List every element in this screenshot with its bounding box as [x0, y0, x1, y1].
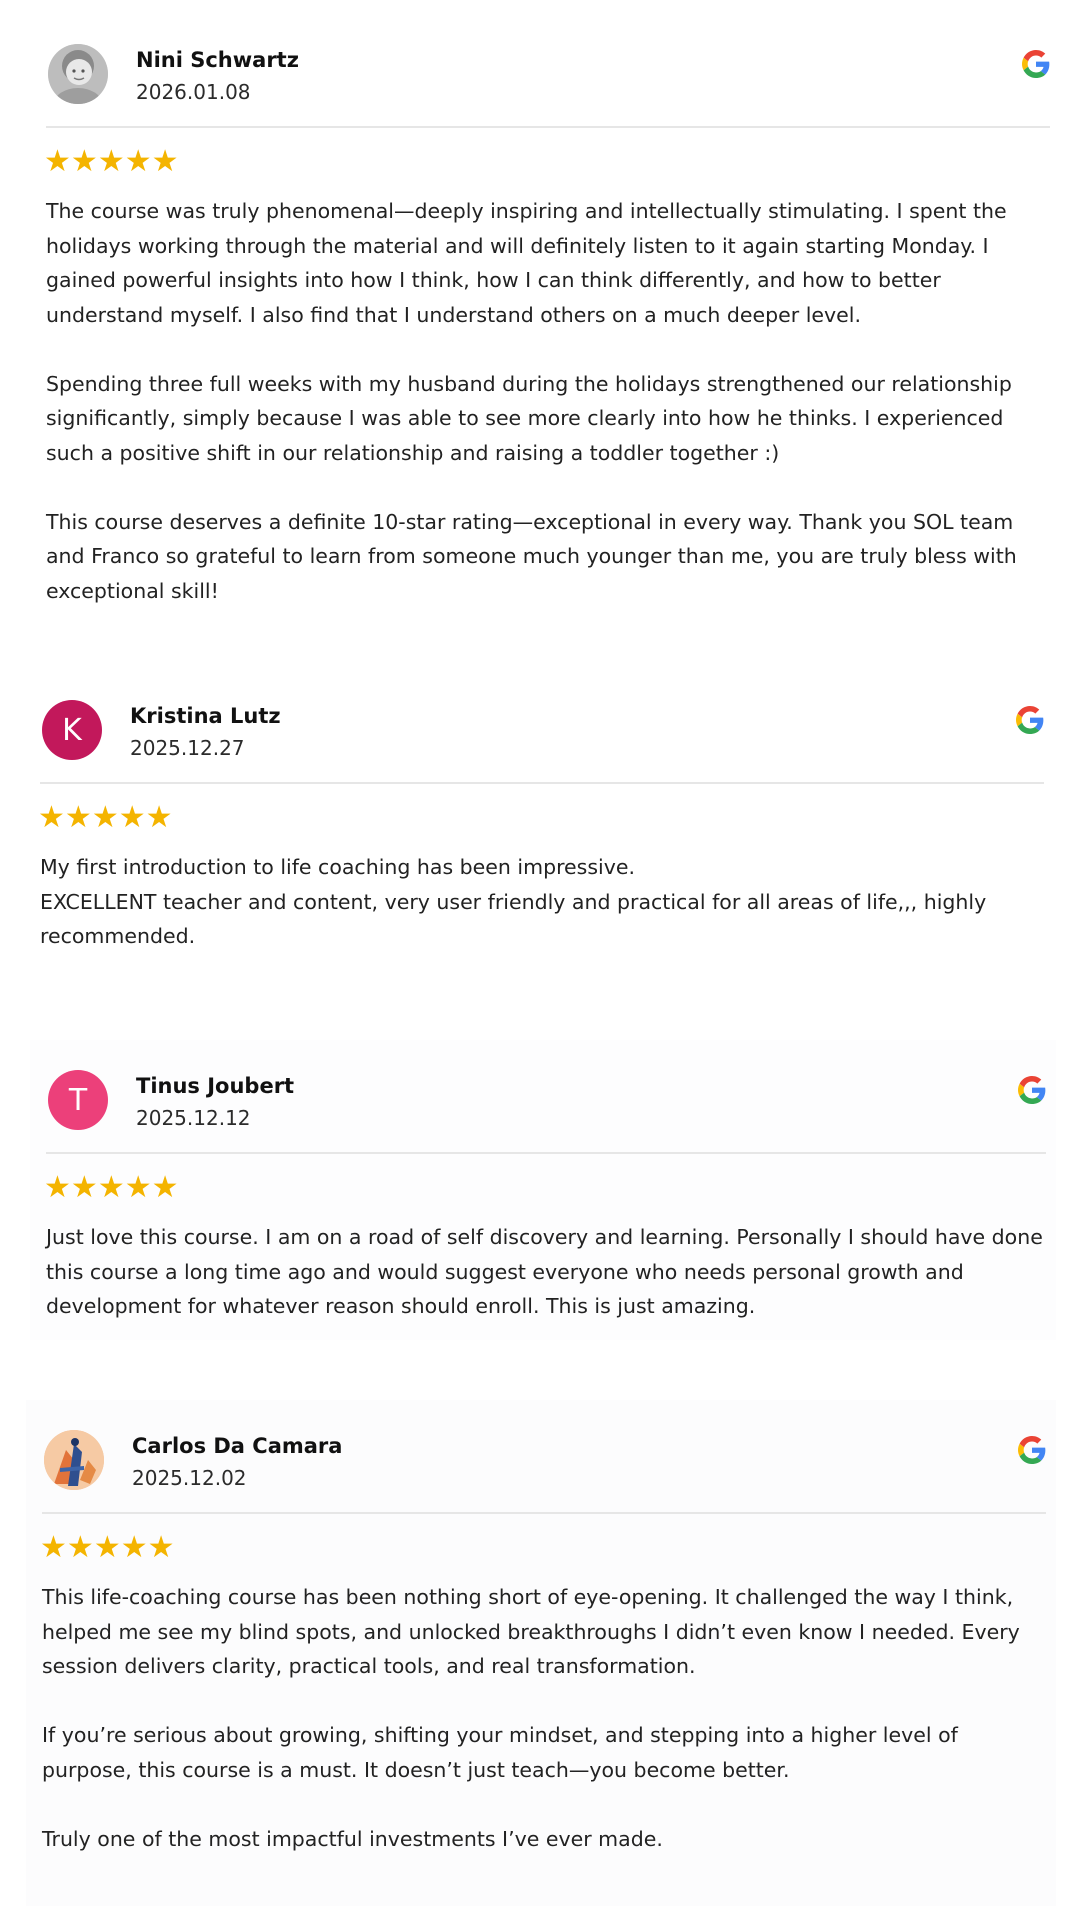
- review-text: My first introduction to life coaching h…: [40, 850, 1044, 954]
- star-icon: ★: [66, 1530, 94, 1565]
- review-paragraph: The course was truly phenomenal—deeply i…: [46, 199, 1007, 327]
- review-paragraph: This life-coaching course has been nothi…: [42, 1585, 1020, 1678]
- star-icon: ★: [97, 1170, 125, 1205]
- star-rating: ★★★★★: [40, 1530, 175, 1566]
- reviewer-name[interactable]: Nini Schwartz: [136, 48, 299, 72]
- star-icon: ★: [145, 800, 173, 835]
- reviewer-name[interactable]: Kristina Lutz: [130, 704, 281, 728]
- star-icon: ★: [151, 1170, 179, 1205]
- star-icon: ★: [38, 800, 65, 835]
- reviewer-name[interactable]: Carlos Da Camara: [132, 1434, 342, 1458]
- star-icon: ★: [97, 144, 125, 179]
- review-header: K Kristina Lutz 2025.12.27: [42, 700, 1044, 760]
- reviewer-avatar[interactable]: T: [48, 1070, 108, 1130]
- review-text: This life-coaching course has been nothi…: [42, 1580, 1046, 1856]
- illustrated-avatar-icon: [44, 1430, 104, 1490]
- star-icon: ★: [40, 1530, 67, 1565]
- star-icon: ★: [91, 800, 119, 835]
- star-icon: ★: [70, 144, 98, 179]
- reviews-page: Nini Schwartz 2026.01.08 ★★★★★ The cours…: [0, 0, 1080, 1920]
- reviewer-avatar[interactable]: K: [42, 700, 102, 760]
- star-icon: ★: [151, 144, 179, 179]
- review-paragraph: Just love this course. I am on a road of…: [46, 1225, 1043, 1318]
- review-paragraph: This course deserves a definite 10-star …: [46, 509, 1017, 603]
- reviewer-name[interactable]: Tinus Joubert: [136, 1074, 294, 1098]
- divider: [40, 782, 1044, 784]
- person-photo-avatar-icon: [48, 44, 108, 104]
- star-icon: ★: [118, 800, 146, 835]
- review-date: 2025.12.27: [130, 736, 245, 760]
- review-paragraph: Truly one of the most impactful investme…: [42, 1826, 663, 1851]
- star-icon: ★: [93, 1530, 121, 1565]
- star-icon: ★: [124, 1170, 152, 1205]
- review-header: Nini Schwartz 2026.01.08: [48, 44, 1050, 104]
- star-icon: ★: [147, 1530, 175, 1565]
- star-icon: ★: [120, 1530, 148, 1565]
- review-header: Carlos Da Camara 2025.12.02: [44, 1430, 1046, 1490]
- reviewer-avatar[interactable]: [48, 44, 108, 104]
- reviewer-avatar[interactable]: [44, 1430, 104, 1490]
- google-g-icon[interactable]: [1018, 1436, 1046, 1464]
- review-paragraph: My first introduction to life coaching h…: [40, 855, 987, 948]
- review-card: Nini Schwartz 2026.01.08 ★★★★★ The cours…: [30, 14, 1060, 636]
- review-text: Just love this course. I am on a road of…: [46, 1220, 1046, 1324]
- star-icon: ★: [70, 1170, 98, 1205]
- review-card: Carlos Da Camara 2025.12.02 ★★★★★ This l…: [26, 1400, 1056, 1906]
- star-rating: ★★★★★: [38, 800, 173, 836]
- star-rating: ★★★★★: [44, 1170, 179, 1206]
- review-date: 2026.01.08: [136, 80, 251, 104]
- review-card: T Tinus Joubert 2025.12.12 ★★★★★ Just lo…: [30, 1040, 1056, 1340]
- google-g-icon[interactable]: [1018, 1076, 1046, 1104]
- review-date: 2025.12.02: [132, 1466, 247, 1490]
- star-icon: ★: [44, 1170, 71, 1205]
- star-icon: ★: [124, 144, 152, 179]
- google-g-icon[interactable]: [1022, 50, 1050, 78]
- review-date: 2025.12.12: [136, 1106, 251, 1130]
- review-paragraph: Spending three full weeks with my husban…: [46, 371, 1012, 465]
- avatar-initial: K: [62, 712, 82, 748]
- divider: [46, 126, 1050, 128]
- divider: [46, 1152, 1046, 1154]
- review-paragraph: If you’re serious about growing, shiftin…: [42, 1723, 958, 1782]
- star-icon: ★: [64, 800, 92, 835]
- google-g-icon[interactable]: [1016, 706, 1044, 734]
- avatar-initial: T: [68, 1082, 88, 1118]
- review-text: The course was truly phenomenal—deeply i…: [46, 194, 1050, 608]
- review-card: K Kristina Lutz 2025.12.27 ★★★★★ My firs…: [24, 670, 1054, 1010]
- review-header: T Tinus Joubert 2025.12.12: [48, 1070, 1046, 1130]
- star-rating: ★★★★★: [44, 144, 179, 180]
- star-icon: ★: [44, 144, 71, 179]
- divider: [42, 1512, 1046, 1514]
